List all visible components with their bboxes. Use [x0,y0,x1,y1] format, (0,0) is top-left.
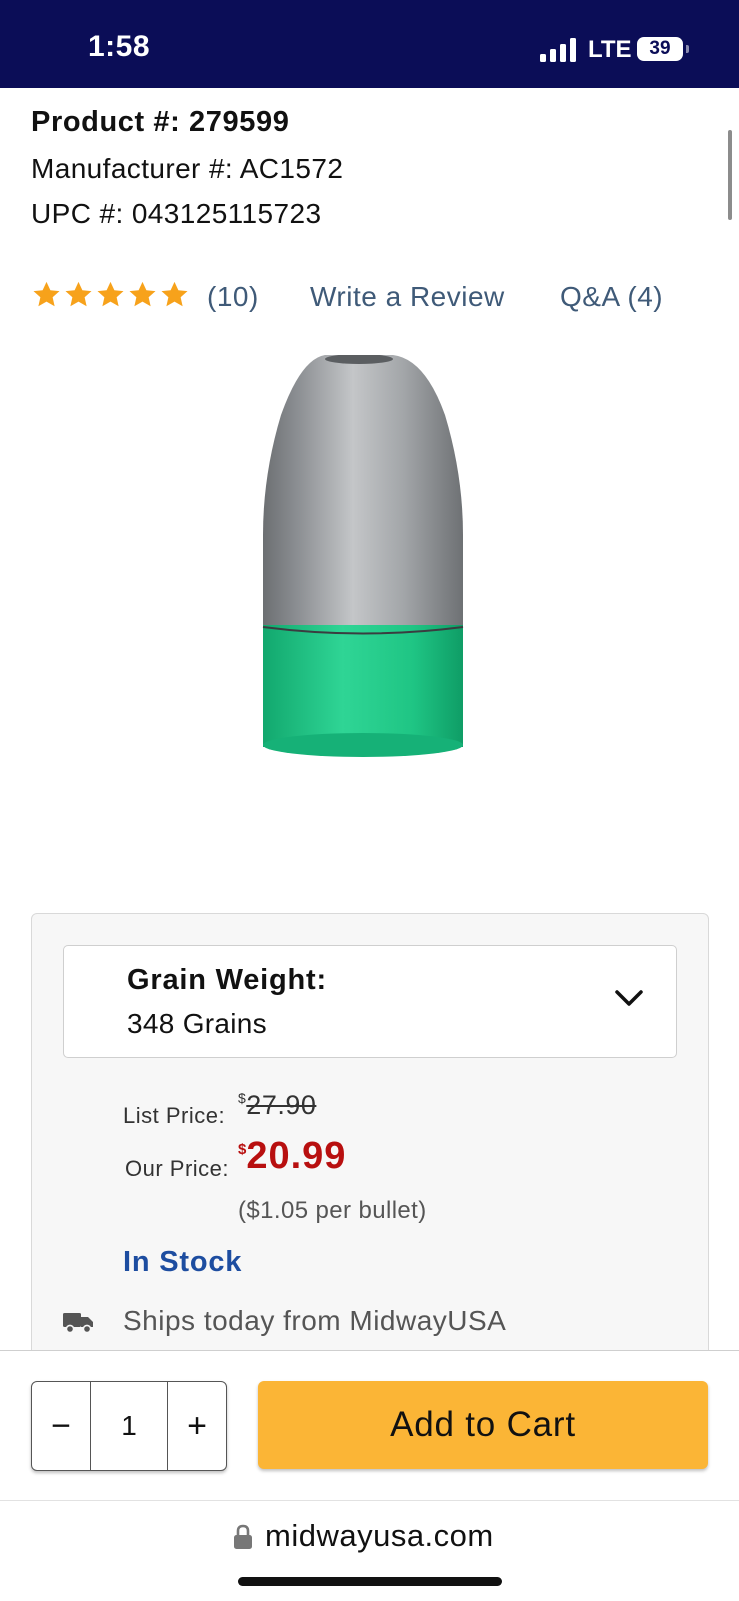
grain-weight-select[interactable]: Grain Weight: 348 Grains [63,945,677,1058]
battery-tip [686,45,689,53]
list-price: $27.90 [238,1090,316,1121]
write-review-link[interactable]: Write a Review [310,281,505,313]
network-type: LTE [588,36,632,63]
qa-link[interactable]: Q&A (4) [560,281,663,313]
truck-icon [63,1313,93,1334]
list-price-currency: $ [238,1090,247,1106]
scrollbar[interactable] [728,130,732,220]
stars-container [31,280,191,310]
status-time: 1:58 [88,30,151,63]
manufacturer-number: Manufacturer #: AC1572 [31,153,344,184]
list-price-amount: 27.90 [246,1090,317,1120]
increase-quantity-button[interactable]: + [167,1382,226,1470]
our-price-currency: $ [238,1141,247,1158]
url-text[interactable]: midwayusa.com [265,1518,494,1554]
lock-icon [234,1524,252,1549]
stock-status: In Stock [123,1246,243,1278]
list-price-label: List Price: [123,1103,226,1128]
cellular-signal-icon [540,38,578,62]
star-icon [129,281,156,307]
our-price-label: Our Price: [125,1156,230,1181]
review-count-link[interactable]: (10) [207,281,259,313]
star-icon [161,281,188,307]
status-bar: 1:58 LTE 39 [0,0,739,88]
chevron-down-icon [615,990,643,1006]
quantity-input[interactable]: 1 [91,1382,167,1470]
star-icon [65,281,92,307]
add-to-cart-button[interactable]: Add to Cart [258,1381,708,1469]
product-number: Product #: 279599 [31,106,290,138]
our-price-amount: 20.99 [246,1135,347,1177]
our-price: $20.99 [238,1135,346,1178]
quantity-stepper[interactable]: − 1 + [31,1381,227,1471]
star-icon [33,281,60,307]
upc-number: UPC #: 043125115723 [31,198,322,229]
home-indicator[interactable] [238,1577,502,1586]
battery-icon: 39 [637,37,683,61]
decrease-quantity-button[interactable]: − [32,1382,91,1470]
price-per-bullet: ($1.05 per bullet) [238,1197,427,1224]
star-rating[interactable] [31,277,191,313]
shipping-info: Ships today from MidwayUSA [123,1305,507,1336]
grain-weight-label: Grain Weight: [127,964,327,996]
grain-weight-value: 348 Grains [127,1008,267,1039]
bullet-product-image[interactable] [255,355,485,775]
star-icon [97,281,124,307]
